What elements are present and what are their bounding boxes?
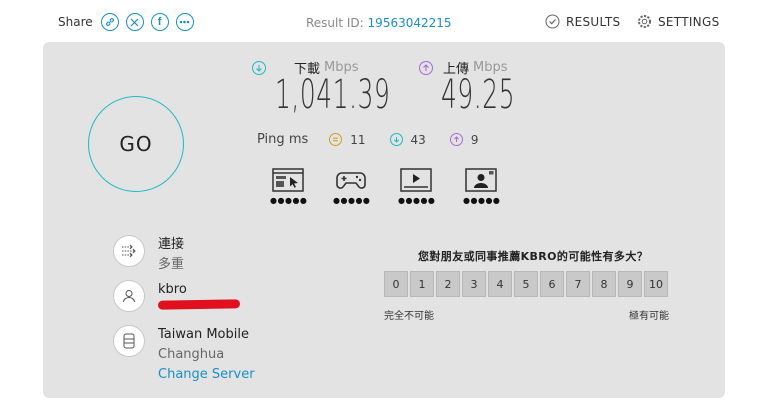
top-bar: Share f Result ID: 19563042215 RESULTS S…: [0, 0, 780, 46]
ping-download: 43: [389, 132, 426, 147]
web-browsing-rating: ●●●●●: [270, 196, 308, 205]
ping-up-value: 9: [470, 132, 479, 147]
upload-speed-value: 49.25: [441, 72, 516, 118]
result-id: Result ID: 19563042215: [306, 16, 452, 30]
video-call-rating: ●●●●●: [463, 196, 501, 205]
gaming-rating: ●●●●●: [333, 196, 371, 205]
survey-high-label: 極有可能: [629, 311, 669, 322]
settings-label: SETTINGS: [658, 14, 720, 29]
ping-down-value: 43: [410, 132, 426, 147]
user-icon: [113, 280, 145, 312]
quality-gaming: ●●●●●: [333, 168, 371, 205]
quality-web-browsing: ●●●●●: [270, 168, 308, 205]
link-icon[interactable]: [100, 13, 119, 31]
ping-upload: 9: [449, 132, 479, 147]
video-call-icon: [465, 168, 497, 192]
quality-video-streaming: ●●●●●: [398, 168, 436, 205]
download-speed-value: 1,041.39: [275, 72, 391, 118]
server-location: Changhua: [158, 347, 225, 362]
survey-option-5[interactable]: 5: [514, 271, 538, 297]
isp-name: kbro: [158, 282, 187, 297]
result-id-value[interactable]: 19563042215: [368, 16, 452, 30]
survey-option-10[interactable]: 10: [644, 271, 668, 297]
survey-option-3[interactable]: 3: [462, 271, 486, 297]
connection-info: 連接 多重: [113, 235, 184, 275]
speedtest-panel: GO 下載 Mbps 1,041.39 上傳 Mbps 49.25 Ping m…: [43, 42, 725, 398]
ping-idle-icon: [329, 133, 343, 146]
survey-option-1[interactable]: 1: [410, 271, 434, 297]
server-info: Taiwan Mobile Changhua Change Server: [113, 325, 255, 385]
settings-button[interactable]: SETTINGS: [637, 14, 719, 29]
ping-down-icon: [389, 133, 403, 146]
check-circle-icon: [545, 14, 560, 29]
results-button[interactable]: RESULTS: [545, 14, 620, 29]
connection-value: 多重: [158, 257, 185, 272]
video-streaming-icon: [400, 168, 432, 192]
x-icon[interactable]: [125, 13, 144, 31]
upload-icon: [419, 60, 433, 75]
gear-icon: [638, 15, 651, 28]
facebook-icon[interactable]: f: [150, 13, 169, 31]
ping-up-icon: [449, 133, 463, 146]
redaction-mark: [157, 299, 241, 310]
go-button[interactable]: GO: [88, 96, 184, 192]
web-browsing-icon: [272, 168, 304, 192]
quality-video-call: ●●●●●: [463, 168, 501, 205]
survey-question: 您對朋友或同事推薦KBRO的可能性有多大？: [418, 250, 649, 263]
change-server-link[interactable]: Change Server: [158, 365, 255, 385]
survey-option-8[interactable]: 8: [592, 271, 616, 297]
server-icon: [113, 325, 145, 357]
survey-low-label: 完全不可能: [384, 311, 434, 322]
ping-label: Ping ms: [257, 132, 309, 147]
share-group: Share f: [58, 13, 201, 31]
ping-idle-value: 11: [350, 132, 366, 147]
survey-option-9[interactable]: 9: [618, 271, 642, 297]
ping-row: Ping ms 11 43 9: [257, 132, 502, 147]
survey-option-4[interactable]: 4: [488, 271, 512, 297]
survey-option-0[interactable]: 0: [384, 271, 408, 297]
connection-title: 連接: [158, 237, 185, 252]
results-label: RESULTS: [566, 14, 621, 29]
download-icon: [252, 60, 266, 75]
survey-scale: 0 1 2 3 4 5 6 7 8 9 10: [384, 271, 670, 297]
more-icon[interactable]: [175, 13, 194, 31]
connections-icon[interactable]: [113, 235, 145, 267]
survey-option-2[interactable]: 2: [436, 271, 460, 297]
survey-option-7[interactable]: 7: [566, 271, 590, 297]
server-name: Taiwan Mobile: [158, 327, 249, 342]
gaming-icon: [336, 172, 366, 189]
survey-option-6[interactable]: 6: [540, 271, 564, 297]
ping-idle: 11: [329, 132, 366, 147]
video-streaming-rating: ●●●●●: [398, 196, 436, 205]
result-id-label: Result ID:: [306, 16, 364, 30]
share-label: Share: [58, 15, 93, 29]
